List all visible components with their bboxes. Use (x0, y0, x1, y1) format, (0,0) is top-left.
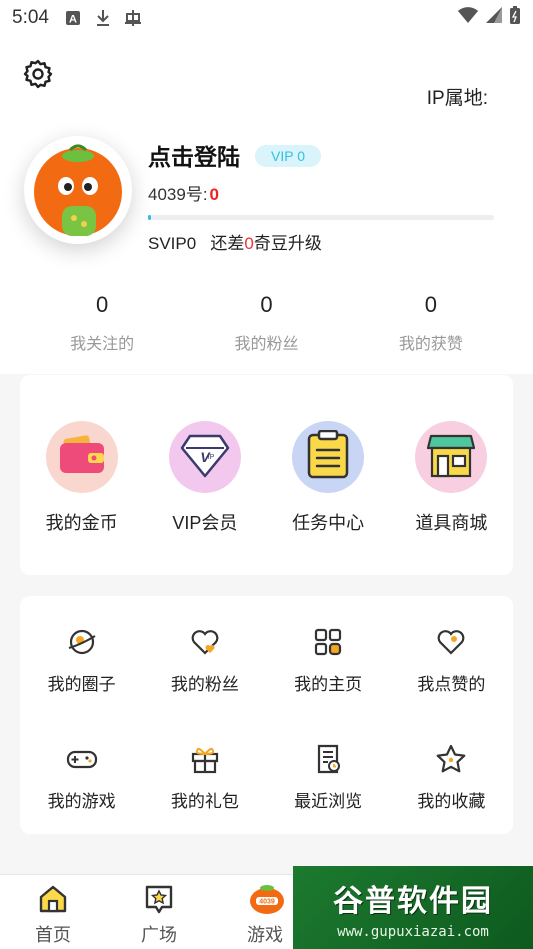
grid-item-homepage[interactable]: 我的主页 (267, 626, 390, 717)
grid-item-gifts[interactable]: 我的礼包 (143, 743, 266, 834)
history-icon (312, 743, 344, 775)
stat-following-value: 0 (96, 292, 109, 317)
feature-shop[interactable]: 道具商城 (390, 421, 513, 575)
feature-shop-circle (415, 421, 488, 493)
star-icon (435, 743, 467, 775)
stat-likes-label: 我的获赞 (398, 336, 463, 353)
task-clipboard-icon (306, 429, 350, 485)
user-id-value: 0 (209, 185, 220, 204)
menu-grid-card: 我的圈子 我的粉丝 我的主页 我点赞的 我的游戏 我的礼包 最近浏览 我的收藏 (20, 596, 513, 834)
site-watermark: 谷普软件园 www.gupuxiazai.com (293, 866, 533, 949)
tab-square[interactable]: 广场 (106, 875, 212, 949)
tab-square-label: 广场 (141, 925, 177, 945)
status-right-icons (457, 5, 521, 31)
grid-item-fans[interactable]: 我的粉丝 (143, 626, 266, 717)
wifi-icon (457, 6, 479, 30)
battery-icon (509, 5, 521, 31)
grid-item-history-label: 最近浏览 (294, 792, 363, 811)
bug-notification-icon (123, 8, 143, 28)
grid-item-history[interactable]: 最近浏览 (267, 743, 390, 834)
stat-following[interactable]: 0 我关注的 (20, 292, 184, 354)
grid-item-games[interactable]: 我的游戏 (20, 743, 143, 834)
grid-item-homepage-label: 我的主页 (294, 675, 363, 694)
gamepad-icon (66, 743, 98, 775)
svg-text:A: A (69, 14, 77, 26)
user-id-label: 4039号: (148, 185, 208, 204)
grid-item-games-label: 我的游戏 (47, 792, 116, 811)
notification-a-icon: A (63, 8, 83, 28)
settings-gear-icon[interactable] (22, 58, 54, 90)
tab-home[interactable]: 首页 (0, 875, 106, 949)
feature-tasks-circle (292, 421, 365, 493)
feature-coins[interactable]: 我的金币 (20, 421, 143, 575)
grid-item-favorites[interactable]: 我的收藏 (390, 743, 513, 834)
feature-shop-label: 道具商城 (415, 513, 488, 533)
home-icon (37, 883, 69, 915)
stat-fans[interactable]: 0 我的粉丝 (184, 292, 348, 354)
grid-item-circles[interactable]: 我的圈子 (20, 626, 143, 717)
watermark-title: 谷普软件园 (333, 884, 493, 918)
signal-icon (485, 6, 503, 30)
stat-likes-value: 0 (424, 292, 437, 317)
heart-icon (189, 626, 221, 658)
feature-vip-label: VIP会员 (172, 513, 238, 533)
feature-tasks[interactable]: 任务中心 (267, 421, 390, 575)
grid-item-liked[interactable]: 我点赞的 (390, 626, 513, 717)
stat-fans-label: 我的粉丝 (234, 336, 299, 353)
feature-coins-circle (45, 421, 118, 493)
diamond-vip-icon: V IP (180, 432, 230, 483)
shop-icon (427, 432, 476, 483)
user-id-line: 4039号: 0 (148, 180, 219, 205)
stats-row: 0 我关注的 0 我的粉丝 0 我的获赞 (20, 292, 513, 354)
game-logo-icon: 4039 (249, 883, 284, 915)
upgrade-info: SVIP0 还差0奇豆升级 (148, 229, 322, 254)
feature-tasks-label: 任务中心 (292, 513, 365, 533)
tab-home-label: 首页 (35, 925, 71, 945)
level-progress-fill (148, 215, 152, 220)
svg-text:4039: 4039 (259, 899, 275, 906)
grid-item-favorites-label: 我的收藏 (417, 792, 486, 811)
tab-games-label: 游戏 (247, 925, 283, 945)
status-bar: 5:04 A (0, 0, 533, 36)
feature-card: 我的金币 V IP VIP会员 任务中心 道具商城 (20, 375, 513, 575)
square-badge-icon (143, 883, 175, 915)
apps-grid-icon (312, 626, 344, 658)
svip-level-label: SVIP0 (148, 234, 197, 253)
grid-item-fans-label: 我的粉丝 (170, 675, 239, 694)
svg-text:IP: IP (208, 454, 215, 461)
upgrade-prefix: 还差 (210, 234, 245, 253)
gift-icon (189, 743, 221, 775)
avatar[interactable] (24, 136, 132, 244)
level-progress-bar (148, 215, 494, 220)
feature-coins-label: 我的金币 (45, 513, 118, 533)
feature-vip-circle: V IP (168, 421, 241, 493)
stat-following-label: 我关注的 (70, 336, 135, 353)
grid-item-circles-label: 我的圈子 (47, 675, 116, 694)
ip-location-label: IP属地: (426, 88, 488, 109)
upgrade-value: 0 (244, 234, 254, 253)
download-icon (93, 8, 113, 28)
planet-icon (66, 626, 98, 658)
feature-vip[interactable]: V IP VIP会员 (143, 421, 266, 575)
grid-item-liked-label: 我点赞的 (417, 675, 486, 694)
profile-section: IP属地: 点击登陆 VIP 0 4039号: 0 SVIP0 还差0奇豆升级 0… (0, 36, 533, 374)
status-time: 5:04 (12, 7, 49, 28)
watermark-url: www.gupuxiazai.com (337, 923, 489, 940)
grid-item-gifts-label: 我的礼包 (170, 792, 239, 811)
stat-likes[interactable]: 0 我的获赞 (349, 292, 513, 354)
wallet-icon (58, 434, 106, 480)
stat-fans-value: 0 (260, 292, 273, 317)
upgrade-suffix: 奇豆升级 (253, 234, 322, 253)
vip-level-badge: VIP 0 (255, 145, 321, 167)
login-prompt-name[interactable]: 点击登陆 (148, 138, 240, 172)
heart-outline-icon (435, 626, 467, 658)
